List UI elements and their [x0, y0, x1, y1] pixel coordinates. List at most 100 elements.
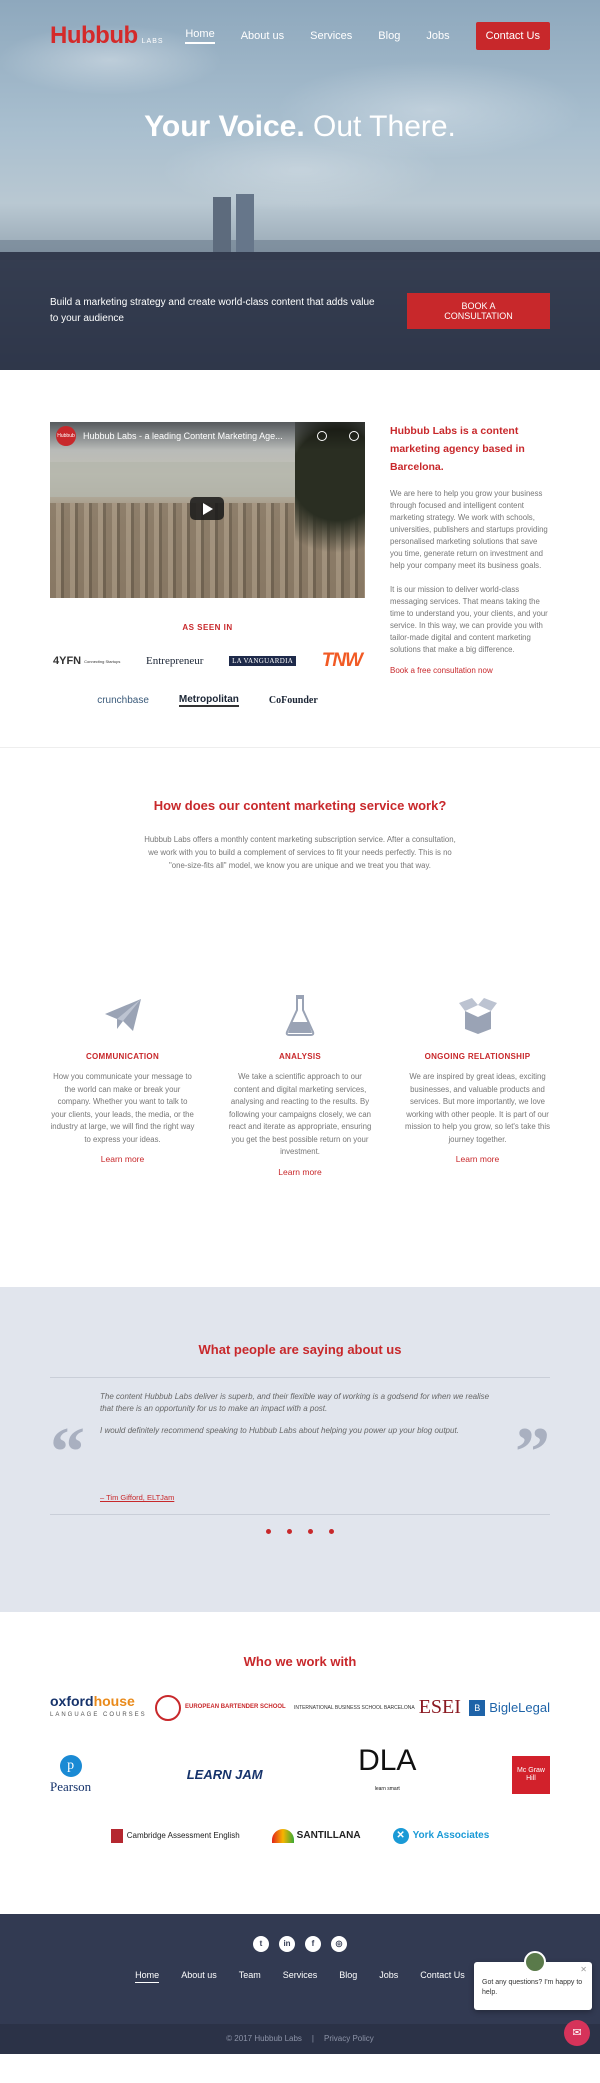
as-seen-in-label: AS SEEN IN [182, 623, 233, 632]
logo-tnw: TNW [321, 650, 363, 671]
logo-mcgraw-hill: Mc Graw Hill [511, 1755, 550, 1794]
close-icon[interactable]: ✕ [580, 1965, 587, 1975]
footer-bottom-bar: © 2017 Hubbub Labs | Privacy Policy [0, 2023, 600, 2054]
chat-bubble-icon[interactable]: ✉ [564, 2019, 590, 2046]
logo-entrepreneur: Entrepreneur [146, 655, 204, 667]
ebs-seal-icon [155, 1694, 182, 1721]
feature-title: ANALYSIS [278, 1052, 322, 1061]
book-consultation-button[interactable]: BOOK A CONSULTATION [407, 293, 550, 329]
how-heading: How does our content marketing service w… [153, 798, 447, 813]
carousel-dot[interactable] [266, 1528, 271, 1534]
york-mark-icon: ✕ [392, 1827, 409, 1844]
tower-left [213, 197, 231, 252]
clients-section: Who we work with oxfordhouse LANGUAGE COU… [0, 1612, 600, 1914]
learn-more-link[interactable]: Learn more [228, 1167, 373, 1177]
intro-section: Hubbub Hubbub Labs - a leading Content M… [0, 370, 600, 747]
feature-title: ONGOING RELATIONSHIP [424, 1052, 531, 1061]
video-title[interactable]: Hubbub Labs - a leading Content Marketin… [83, 431, 283, 441]
nav-about[interactable]: About us [241, 30, 284, 42]
nav-jobs[interactable]: Jobs [426, 30, 449, 42]
intro-text: Hubbub Labs is a content marketing agenc… [390, 422, 550, 707]
footer-home[interactable]: Home [135, 1970, 160, 1983]
privacy-policy-link[interactable]: Privacy Policy [324, 2034, 374, 2043]
testimonial-quote-1: The content Hubbub Labs deliver is super… [100, 1391, 490, 1413]
hero-banner: Build a marketing strategy and create wo… [0, 252, 600, 370]
pearson-mark-icon: p [59, 1754, 82, 1777]
nav-services[interactable]: Services [310, 30, 352, 42]
learn-more-link[interactable]: Learn more [50, 1154, 195, 1164]
main-menu: Home About us Services Blog Jobs Contact… [185, 22, 550, 50]
facebook-icon[interactable]: f [305, 1935, 321, 1952]
social-links: t in f ◎ [0, 1914, 600, 1952]
intro-paragraph-2: It is our mission to deliver world-class… [390, 585, 548, 654]
watch-later-icon[interactable] [317, 431, 327, 441]
chat-agent-avatar [524, 1950, 546, 1973]
feature-title: COMMUNICATION [85, 1052, 160, 1061]
testimonial-slide: “ The content Hubbub Labs deliver is sup… [50, 1376, 550, 1515]
feature-text: How you communicate your message to the … [50, 1072, 195, 1144]
banner-text: Build a marketing strategy and create wo… [50, 297, 375, 324]
top-nav: Hubbub LABS Home About us Services Blog J… [50, 22, 550, 50]
footer-jobs[interactable]: Jobs [379, 1970, 398, 1983]
logo-pearson: p Pearson [50, 1754, 91, 1795]
carousel-dot[interactable] [329, 1528, 334, 1534]
channel-avatar[interactable]: Hubbub [56, 426, 76, 446]
share-icon[interactable] [349, 431, 359, 441]
chat-popup[interactable]: ✕ Got any questions? I'm happy to help. [474, 1950, 592, 2010]
clients-row-3: Cambridge Assessment English SANTILLANA … [50, 1827, 550, 1844]
testimonial-author-link[interactable]: – Tim Gifford, ELTJam [100, 1493, 174, 1502]
video-player[interactable]: Hubbub Hubbub Labs - a leading Content M… [50, 422, 365, 598]
copyright-text: © 2017 Hubbub Labs [226, 2034, 302, 2043]
nav-home[interactable]: Home [185, 28, 215, 44]
learn-more-link[interactable]: Learn more [405, 1154, 550, 1164]
footer-contact[interactable]: Contact Us [420, 1970, 465, 1983]
logo-la-vanguardia: LA VANGUARDIA [229, 656, 297, 666]
logo-dla: DLA learn smart [358, 1743, 417, 1792]
footer-separator: | [311, 2034, 314, 2043]
logo-esei: INTERNATIONAL BUSINESS SCHOOL BARCELONA E… [294, 1696, 461, 1718]
feature-analysis: ANALYSIS We take a scientific approach t… [228, 992, 373, 1177]
clients-row-1: oxfordhouse LANGUAGE COURSES EUROPEAN BAR… [50, 1694, 550, 1722]
feature-text: We take a scientific approach to our con… [228, 1072, 372, 1156]
site-logo[interactable]: Hubbub LABS [50, 22, 164, 50]
paper-plane-icon [50, 992, 195, 1038]
logo-biglelegal: B BigleLegal [469, 1699, 550, 1716]
testimonial-quote-2: I would definitely recommend speaking to… [100, 1425, 459, 1435]
logo-crunchbase: crunchbase [97, 695, 149, 706]
footer-team[interactable]: Team [239, 1970, 261, 1983]
chat-message: Got any questions? I'm happy to help. [482, 1978, 583, 1996]
feature-ongoing-relationship: ONGOING RELATIONSHIP We are inspired by … [405, 992, 550, 1177]
features-section: COMMUNICATION How you communicate your m… [0, 932, 600, 1287]
how-text: Hubbub Labs offers a monthly content mar… [144, 835, 456, 870]
free-consultation-link[interactable]: Book a free consultation now [390, 666, 550, 675]
logo-oxford-house: oxfordhouse LANGUAGE COURSES [50, 1692, 147, 1718]
nav-contact-button[interactable]: Contact Us [475, 22, 550, 50]
logo-cambridge: Cambridge Assessment English [110, 1828, 240, 1843]
press-logos-row-1: 4YFN Connecting Startups Entrepreneur LA … [50, 650, 365, 672]
nav-blog[interactable]: Blog [378, 30, 400, 42]
quote-open-icon: “ [50, 1413, 85, 1491]
logo-learnjam: LEARN JAM [186, 1767, 263, 1782]
intro-paragraph-1: We are here to help you grow your busine… [390, 489, 548, 570]
carousel-dot[interactable] [287, 1528, 292, 1534]
video-title-bar: Hubbub Hubbub Labs - a leading Content M… [50, 422, 365, 450]
feature-communication: COMMUNICATION How you communicate your m… [50, 992, 195, 1177]
footer-services[interactable]: Services [283, 1970, 318, 1983]
tower-right [236, 194, 254, 252]
twitter-icon[interactable]: t [253, 1935, 269, 1952]
how-section: How does our content marketing service w… [0, 748, 600, 932]
linkedin-icon[interactable]: in [279, 1935, 295, 1952]
logo-santillana: SANTILLANA [271, 1828, 361, 1843]
footer-blog[interactable]: Blog [339, 1970, 357, 1983]
play-button[interactable] [190, 497, 224, 520]
bigle-mark-icon: B [469, 1699, 486, 1716]
instagram-icon[interactable]: ◎ [331, 1935, 347, 1952]
hero-section: Hubbub LABS Home About us Services Blog J… [0, 0, 600, 370]
testimonials-heading: What people are saying about us [198, 1341, 402, 1357]
press-logos-row-2: crunchbase Metropolitan CoFounder [50, 694, 365, 707]
carousel-dot[interactable] [308, 1528, 313, 1534]
logo-4yfn: 4YFN Connecting Startups [53, 655, 121, 667]
footer: t in f ◎ Home About us Team Services Blo… [0, 1913, 600, 2054]
logo-cofounder: CoFounder [268, 695, 318, 706]
footer-about[interactable]: About us [181, 1970, 217, 1983]
